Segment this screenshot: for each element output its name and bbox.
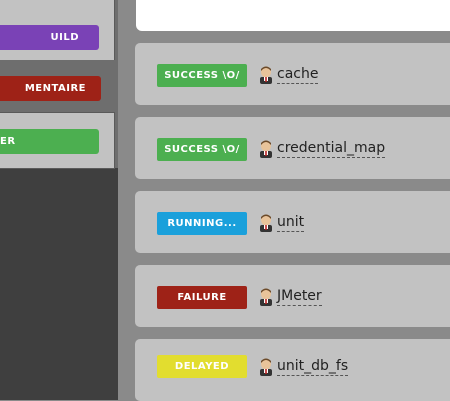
top-panel <box>136 0 450 31</box>
status-badge: DELAYED <box>157 355 247 378</box>
status-badge: FAILURE <box>157 286 247 309</box>
job-card[interactable]: FAILURE JMeter <box>135 265 450 327</box>
job-name-link[interactable]: unit <box>277 213 305 232</box>
sidebar-item-label: MENTAIRE <box>24 83 86 94</box>
job-name-link[interactable]: unit_db_fs <box>277 357 349 376</box>
jenkins-avatar-icon <box>260 140 272 158</box>
jenkins-avatar-icon <box>260 358 272 376</box>
status-badge: SUCCESS \O/ <box>157 138 247 161</box>
sidebar-card-er: ER <box>0 112 115 169</box>
jenkins-avatar-icon <box>260 288 272 306</box>
sidebar: UILD MENTAIRE ER <box>0 0 118 400</box>
sidebar-item-er[interactable]: ER <box>0 129 99 154</box>
sidebar-item-label: ER <box>0 136 16 147</box>
job-list: SUCCESS \O/ cache SUCCESS \O/ credential… <box>118 0 450 401</box>
job-card[interactable]: RUNNING... unit <box>135 191 450 253</box>
job-name-link[interactable]: credential_map <box>277 139 386 158</box>
job-name-link[interactable]: cache <box>277 65 319 84</box>
sidebar-card-build: UILD <box>0 0 115 61</box>
sidebar-item-label: UILD <box>50 32 79 43</box>
job-card[interactable]: DELAYED unit_db_fs <box>135 339 450 401</box>
jenkins-avatar-icon <box>260 214 272 232</box>
jenkins-avatar-icon <box>260 66 272 84</box>
job-card[interactable]: SUCCESS \O/ credential_map <box>135 117 450 179</box>
job-card[interactable]: SUCCESS \O/ cache <box>135 43 450 105</box>
status-badge: RUNNING... <box>157 212 247 235</box>
sidebar-card-commentaire: MENTAIRE <box>0 60 115 112</box>
sidebar-item-build[interactable]: UILD <box>0 25 99 50</box>
job-name-link[interactable]: JMeter <box>277 287 322 306</box>
status-badge: SUCCESS \O/ <box>157 64 247 87</box>
sidebar-item-commentaire[interactable]: MENTAIRE <box>0 76 101 101</box>
